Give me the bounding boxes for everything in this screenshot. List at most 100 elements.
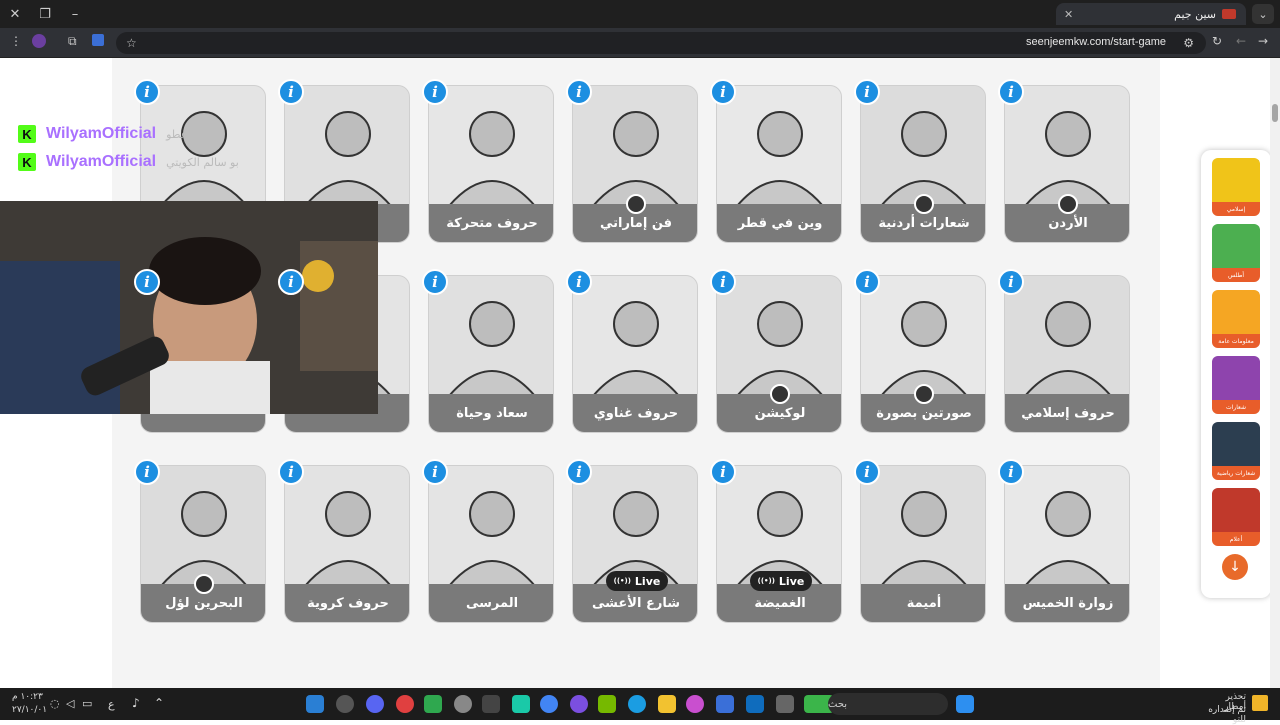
scrollbar-thumb[interactable] (1272, 104, 1278, 122)
site-info-icon[interactable]: ⚙ (1183, 36, 1194, 50)
broadcast-icon: ((•)) (757, 577, 775, 585)
settings-icon[interactable] (454, 695, 472, 713)
reload-icon[interactable]: ↻ (1212, 34, 1222, 48)
info-icon[interactable]: i (854, 459, 880, 485)
forward-icon[interactable]: ← (1236, 34, 1246, 48)
remove-item-icon[interactable]: × (1257, 224, 1260, 229)
xbox-icon[interactable] (424, 695, 442, 713)
back-icon[interactable]: → (1258, 34, 1268, 48)
category-card[interactable]: وين في قطر (716, 85, 842, 243)
tray-overflow-icon[interactable]: ⌃ (154, 696, 164, 710)
category-card[interactable]: البحرين لؤل (140, 465, 266, 623)
battery-icon[interactable]: ▭ (82, 697, 92, 710)
sidebar-category-item[interactable]: شعارات × (1212, 356, 1260, 414)
close-tab-icon[interactable]: ✕ (1064, 8, 1073, 21)
category-card[interactable]: زوارة الخميس (1004, 465, 1130, 623)
weather-warning-icon[interactable] (1252, 695, 1268, 711)
info-icon[interactable]: i (278, 79, 304, 105)
info-icon[interactable]: i (134, 459, 160, 485)
info-icon[interactable]: i (998, 79, 1024, 105)
category-card[interactable]: لوكيشن (716, 275, 842, 433)
file-explorer-icon[interactable] (658, 695, 676, 713)
info-icon[interactable]: i (854, 79, 880, 105)
sidebar-category-label: شعارات (1212, 400, 1260, 414)
info-icon[interactable]: i (998, 459, 1024, 485)
category-card[interactable]: حروف كروية (284, 465, 410, 623)
nvidia-icon[interactable] (598, 695, 616, 713)
sidebar-category-item[interactable]: معلومات عامة × (1212, 290, 1260, 348)
browser-tab[interactable]: ✕ سين جيم (1056, 3, 1246, 25)
sidebar-category-item[interactable]: إسلامي × (1212, 158, 1260, 216)
chat-tray-icon[interactable]: ◌ (50, 697, 60, 710)
category-card[interactable]: حروف إسلامي (1004, 275, 1130, 433)
profile-avatar[interactable] (32, 34, 46, 48)
menu-icon[interactable]: ⋮ (10, 34, 22, 48)
address-bar[interactable]: ☆ seenjeemkw.com/start-game ⚙ (116, 32, 1206, 54)
info-icon[interactable]: i (710, 269, 736, 295)
tab-search-button[interactable]: ⌄ (1252, 4, 1274, 24)
weather-subtitle[interactable]: تم إصداره للتو (1200, 705, 1246, 725)
input-language[interactable]: ع (108, 698, 115, 711)
remove-item-icon[interactable]: × (1257, 488, 1260, 493)
category-card[interactable]: فن إماراتي (572, 85, 698, 243)
app-icon-5[interactable] (512, 695, 530, 713)
info-icon[interactable]: i (710, 459, 736, 485)
extensions-icon[interactable]: ⧉ (68, 34, 77, 49)
scroll-down-button[interactable]: ↓ (1222, 554, 1248, 580)
app-icon-6[interactable] (570, 695, 588, 713)
windows-start-icon[interactable] (956, 695, 974, 713)
category-card[interactable]: سعاد وحياة (428, 275, 554, 433)
info-icon[interactable]: i (710, 79, 736, 105)
store-icon[interactable] (716, 695, 734, 713)
minimize-window-icon[interactable]: – (60, 0, 90, 28)
copilot-icon[interactable] (686, 695, 704, 713)
info-icon[interactable]: i (422, 79, 448, 105)
taskbar-search-input[interactable]: بحث (828, 693, 948, 715)
microphone-icon[interactable]: ♪ (132, 696, 140, 710)
info-icon[interactable]: i (566, 79, 592, 105)
sidebar-category-item[interactable]: شعارات رياضية × (1212, 422, 1260, 480)
info-icon[interactable]: i (422, 269, 448, 295)
info-icon[interactable]: i (134, 79, 160, 105)
task-view-icon[interactable] (776, 695, 794, 713)
category-card[interactable]: الغميضة ((•)) Live (716, 465, 842, 623)
chrome-icon[interactable] (540, 695, 558, 713)
edge-icon[interactable] (628, 695, 646, 713)
category-card[interactable]: أميمة (860, 465, 986, 623)
app-icon-2[interactable] (336, 695, 354, 713)
outlook-icon[interactable] (746, 695, 764, 713)
sidebar-category-item[interactable]: أطلس × (1212, 224, 1260, 282)
page-scrollbar[interactable] (1270, 58, 1280, 688)
chat-text: عطو (166, 127, 188, 141)
info-icon[interactable]: i (566, 459, 592, 485)
remove-item-icon[interactable]: × (1257, 290, 1260, 295)
info-icon[interactable]: i (998, 269, 1024, 295)
restore-window-icon[interactable]: ❐ (30, 0, 60, 28)
app-icon-1[interactable] (306, 695, 324, 713)
info-icon[interactable]: i (278, 269, 304, 295)
category-card[interactable]: حروف غناوي (572, 275, 698, 433)
category-card[interactable]: حروف متحركة (428, 85, 554, 243)
remove-item-icon[interactable]: × (1257, 356, 1260, 361)
info-icon[interactable]: i (566, 269, 592, 295)
remove-item-icon[interactable]: × (1257, 422, 1260, 427)
app-icon-3[interactable] (396, 695, 414, 713)
app-icon-4[interactable] (482, 695, 500, 713)
speaker-icon[interactable]: ◁ (66, 697, 74, 710)
info-icon[interactable]: i (422, 459, 448, 485)
sidebar-category-item[interactable]: أعلام × (1212, 488, 1260, 546)
category-illustration (1005, 466, 1129, 587)
category-card[interactable]: شعارات أردنية (860, 85, 986, 243)
translate-icon[interactable] (92, 34, 104, 46)
category-card[interactable]: المرسى (428, 465, 554, 623)
info-icon[interactable]: i (134, 269, 160, 295)
discord-icon[interactable] (366, 695, 384, 713)
info-icon[interactable]: i (854, 269, 880, 295)
category-card[interactable]: شارع الأعشى ((•)) Live (572, 465, 698, 623)
category-card[interactable]: صورتين بصورة (860, 275, 986, 433)
category-card[interactable]: الأردن (1004, 85, 1130, 243)
info-icon[interactable]: i (278, 459, 304, 485)
remove-item-icon[interactable]: × (1257, 158, 1260, 163)
close-window-icon[interactable]: ✕ (0, 0, 30, 28)
bookmark-star-icon[interactable]: ☆ (126, 36, 137, 50)
